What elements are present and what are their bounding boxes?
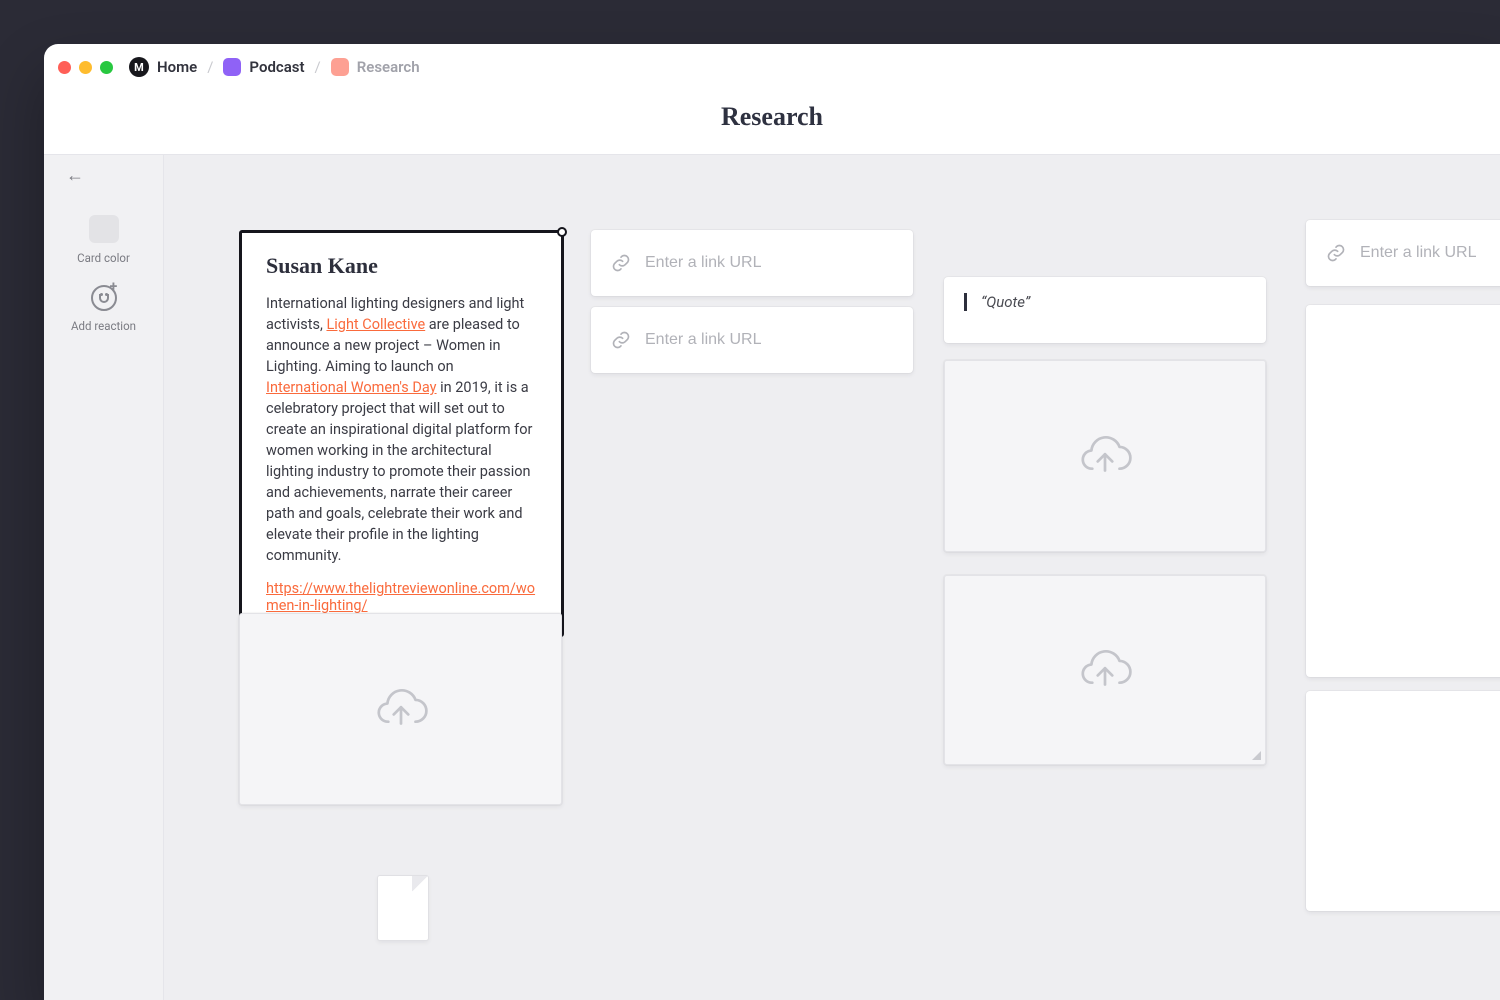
breadcrumb-podcast-label: Podcast [249, 58, 304, 76]
card-upload-dropzone[interactable] [944, 360, 1266, 552]
breadcrumb-research[interactable]: Research [331, 58, 420, 76]
card-quote[interactable]: “Quote” [944, 277, 1266, 343]
card-blank[interactable] [1306, 691, 1500, 911]
card-link-url[interactable] [591, 307, 913, 373]
traffic-close-icon[interactable] [58, 61, 71, 74]
emoji-plus-icon: + [91, 285, 117, 311]
rail-add-reaction-label: Add reaction [52, 319, 155, 333]
rail-add-reaction[interactable]: + Add reaction [52, 285, 155, 333]
card-link-url[interactable] [591, 230, 913, 296]
card-text-main[interactable]: Susan Kane International lighting design… [239, 230, 564, 637]
card-link-iwd[interactable]: International Women's Day [266, 379, 437, 396]
breadcrumb-podcast[interactable]: Podcast [223, 58, 304, 76]
app-window: M Home / Podcast / Research Research ← C… [44, 44, 1500, 1000]
breadcrumb-research-chip-icon [331, 58, 349, 76]
rail-card-color[interactable]: Card color [52, 215, 155, 265]
breadcrumb-separator: / [315, 58, 321, 76]
resize-corner-icon[interactable] [1252, 751, 1261, 760]
breadcrumb-podcast-chip-icon [223, 58, 241, 76]
card-body[interactable]: International lighting designers and lig… [266, 293, 537, 566]
card-link-light-collective[interactable]: Light Collective [326, 316, 425, 333]
cloud-upload-icon [1076, 434, 1134, 478]
traffic-maximize-icon[interactable] [100, 61, 113, 74]
breadcrumb-home[interactable]: Home [157, 58, 197, 76]
card-color-swatch-icon [89, 215, 119, 243]
tool-rail: ← Card color + Add reaction [44, 155, 164, 1000]
link-url-input[interactable] [1360, 244, 1500, 262]
card-upload-dropzone[interactable] [239, 613, 562, 805]
cloud-upload-icon [1076, 648, 1134, 692]
rail-card-color-label: Card color [52, 251, 155, 265]
link-icon [1326, 243, 1346, 263]
breadcrumb: Home / Podcast / Research [157, 58, 420, 76]
resize-handle-icon[interactable] [557, 227, 567, 237]
breadcrumb-separator: / [207, 58, 213, 76]
link-icon [611, 330, 631, 350]
app-logo-icon[interactable]: M [129, 57, 149, 77]
card-link-url[interactable] [1306, 220, 1500, 286]
link-url-input[interactable] [645, 254, 893, 272]
card-quote-text[interactable]: “Quote” [964, 293, 1246, 311]
link-icon [611, 253, 631, 273]
card-text-c: in 2019, it is a celebratory project tha… [266, 379, 532, 564]
window-topbar: M Home / Podcast / Research [44, 44, 1500, 90]
rail-back-button[interactable]: ← [52, 167, 155, 185]
card-heading: Susan Kane [266, 253, 537, 279]
traffic-lights [58, 61, 113, 74]
card-blank[interactable] [1306, 305, 1500, 677]
cloud-upload-icon [372, 687, 430, 731]
traffic-minimize-icon[interactable] [79, 61, 92, 74]
breadcrumb-research-label: Research [357, 58, 420, 76]
card-file[interactable] [377, 875, 437, 947]
card-source-url[interactable]: https://www.thelightreviewonline.com/wom… [266, 580, 535, 614]
content-area: ← Card color + Add reaction Susan Kane I… [44, 154, 1500, 1000]
file-page-icon [377, 875, 429, 941]
card-upload-dropzone[interactable] [944, 575, 1266, 765]
page-title: Research [44, 90, 1500, 154]
breadcrumb-home-label: Home [157, 58, 197, 76]
link-url-input[interactable] [645, 331, 893, 349]
board-canvas[interactable]: Susan Kane International lighting design… [164, 155, 1500, 1000]
